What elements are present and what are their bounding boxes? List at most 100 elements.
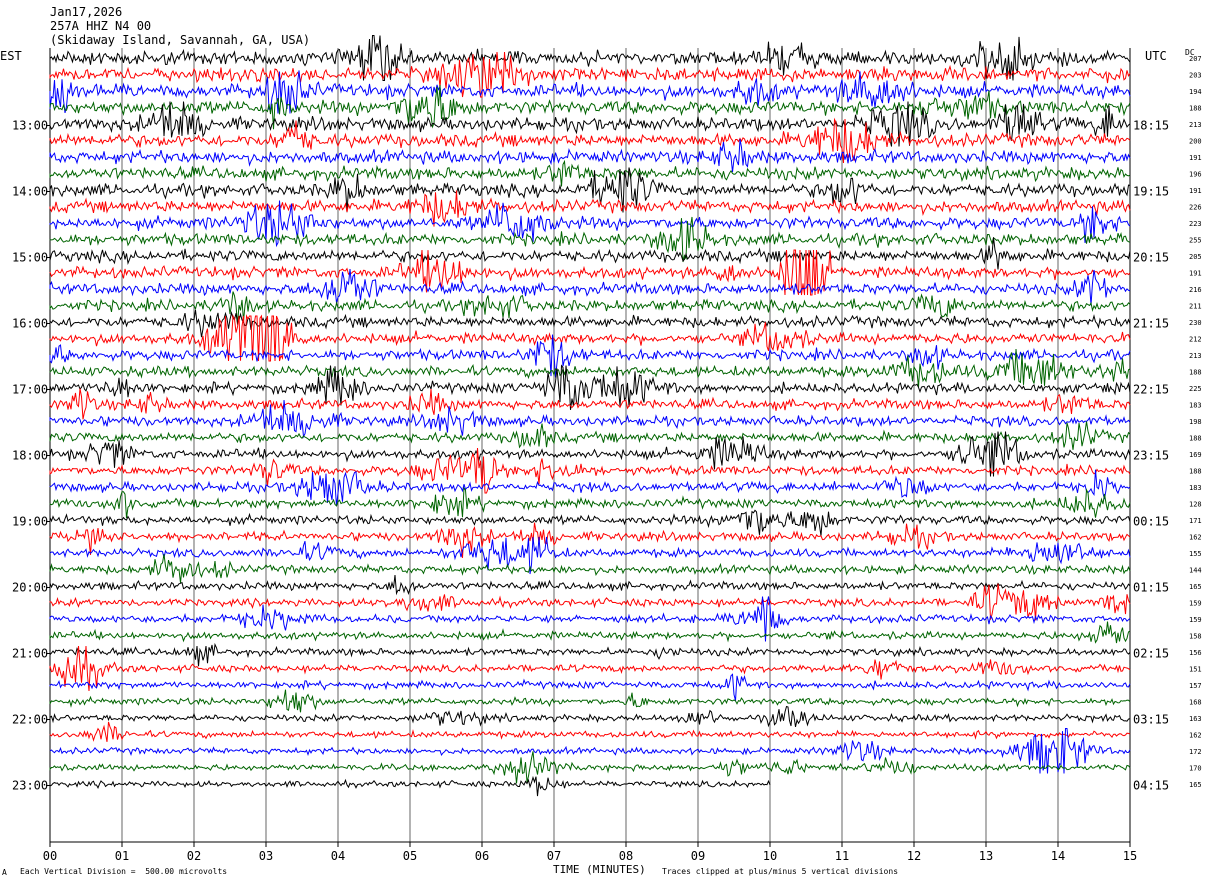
x-tick-label: 14: [1051, 849, 1065, 863]
utc-hour-label: 02:15: [1133, 647, 1169, 661]
x-tick-label: 01: [115, 849, 129, 863]
dc-offset-value: 183: [1189, 484, 1202, 492]
seismic-trace: [49, 101, 1131, 147]
dc-offset-value: 144: [1189, 567, 1202, 575]
dc-offset-value: 223: [1189, 220, 1202, 228]
x-tick-label: 00: [43, 849, 57, 863]
seismic-trace: [49, 84, 1131, 130]
dc-offset-value: 188: [1189, 435, 1202, 443]
dc-offset-value: 170: [1189, 765, 1202, 773]
dc-offset-value: 157: [1189, 682, 1202, 690]
dc-offset-value: 128: [1189, 501, 1202, 509]
x-axis-title: TIME (MINUTES): [553, 863, 646, 876]
dc-offset-value: 191: [1189, 154, 1202, 162]
local-hour-label: 16:00: [12, 317, 48, 331]
dc-offset-value: 159: [1189, 600, 1202, 608]
x-tick-label: 07: [547, 849, 561, 863]
dc-offset-value: 212: [1189, 336, 1202, 344]
clip-note: Traces clipped at plus/minus 5 vertical …: [662, 867, 899, 876]
seismic-trace: [49, 486, 1131, 519]
seismic-trace: [49, 509, 1131, 536]
utc-hour-label: 18:15: [1133, 119, 1169, 133]
seismic-trace: [49, 190, 1131, 227]
dc-offset-value: 196: [1189, 171, 1202, 179]
x-tick-label: 08: [619, 849, 633, 863]
x-tick-label: 11: [835, 849, 849, 863]
dc-offset-value: 163: [1189, 715, 1202, 723]
dc-offset-value: 213: [1189, 352, 1202, 360]
local-hour-label: 13:00: [12, 119, 48, 133]
seismic-trace: [49, 642, 1131, 667]
x-tick-label: 13: [979, 849, 993, 863]
dc-offset-value: 225: [1189, 385, 1202, 393]
local-hour-label: 19:00: [12, 515, 48, 529]
helicorder-plot: 00 01 02 03 04 05 06 07 08 09 10 11 12 13 14 15 207 203 19…: [12, 35, 1202, 863]
local-hour-label: 15:00: [12, 251, 48, 265]
utc-hour-label: 23:15: [1133, 449, 1169, 463]
dc-offset-value: 191: [1189, 187, 1202, 195]
dc-offset-value: 162: [1189, 732, 1202, 740]
dc-offset-value: 203: [1189, 72, 1202, 80]
x-tick-label: 06: [475, 849, 489, 863]
x-tick-label: 04: [331, 849, 345, 863]
dc-offset-value: 151: [1189, 666, 1202, 674]
utc-hour-label: 20:15: [1133, 251, 1169, 265]
seismic-trace: [49, 673, 1131, 701]
seismic-trace: [49, 575, 1131, 596]
x-tick-label: 05: [403, 849, 417, 863]
dc-offset-value: 205: [1189, 253, 1202, 261]
seismic-trace: [49, 35, 1131, 81]
dc-offset-value: 226: [1189, 204, 1202, 212]
utc-hour-label: 04:15: [1133, 779, 1169, 793]
local-hour-label: 14:00: [12, 185, 48, 199]
local-hour-label: 17:00: [12, 383, 48, 397]
x-tick-label: 15: [1123, 849, 1137, 863]
dc-offset-value: 188: [1189, 105, 1202, 113]
seismic-trace: [49, 621, 1131, 644]
dc-offset-value: 200: [1189, 138, 1202, 146]
seismic-trace: [49, 554, 1131, 584]
dc-offset-value: 191: [1189, 270, 1202, 278]
dc-offset-value: 198: [1189, 418, 1202, 426]
dc-offset-value: 171: [1189, 517, 1202, 525]
dc-offset-value: 216: [1189, 286, 1202, 294]
local-hour-label: 20:00: [12, 581, 48, 595]
utc-hour-label: 22:15: [1133, 383, 1169, 397]
x-tick-label: 02: [187, 849, 201, 863]
dc-offset-value: 168: [1189, 699, 1202, 707]
local-hour-label: 22:00: [12, 713, 48, 727]
dc-offset-value: 159: [1189, 616, 1202, 624]
utc-hour-label: 03:15: [1133, 713, 1169, 727]
dc-offset-value: 156: [1189, 649, 1202, 657]
local-hour-label: 18:00: [12, 449, 48, 463]
dc-offset-value: 162: [1189, 534, 1202, 542]
seismic-trace: [49, 751, 1131, 784]
dc-offset-value: 188: [1189, 468, 1202, 476]
dc-offset-value: 230: [1189, 319, 1202, 327]
dc-offset-value: 183: [1189, 402, 1202, 410]
seismic-trace: [49, 309, 1131, 338]
seismic-trace: [49, 159, 1131, 187]
dc-offset-value: 165: [1189, 583, 1202, 591]
dc-offset-value: 169: [1189, 451, 1202, 459]
dc-offset-value: 207: [1189, 55, 1202, 63]
dc-offset-value: 172: [1189, 748, 1202, 756]
x-tick-label: 03: [259, 849, 273, 863]
corner-mark: A: [2, 868, 7, 877]
seismic-trace: [49, 721, 1131, 742]
utc-hour-label: 00:15: [1133, 515, 1169, 529]
dc-offset-value: 165: [1189, 781, 1202, 789]
seismic-trace: [49, 689, 1131, 713]
utc-hour-label: 19:15: [1133, 185, 1169, 199]
dc-offset-value: 194: [1189, 88, 1202, 96]
dc-offset-value: 255: [1189, 237, 1202, 245]
seismic-trace: [49, 596, 1131, 642]
x-tick-label: 10: [763, 849, 777, 863]
dc-offset-value: 211: [1189, 303, 1202, 311]
utc-hour-label: 01:15: [1133, 581, 1169, 595]
local-hour-label: 21:00: [12, 647, 48, 661]
local-hour-label: 23:00: [12, 779, 48, 793]
dc-offset-value: 158: [1189, 633, 1202, 641]
scale-note: Each Vertical Division = 500.00 microvol…: [20, 867, 228, 876]
dc-offset-value: 155: [1189, 550, 1202, 558]
